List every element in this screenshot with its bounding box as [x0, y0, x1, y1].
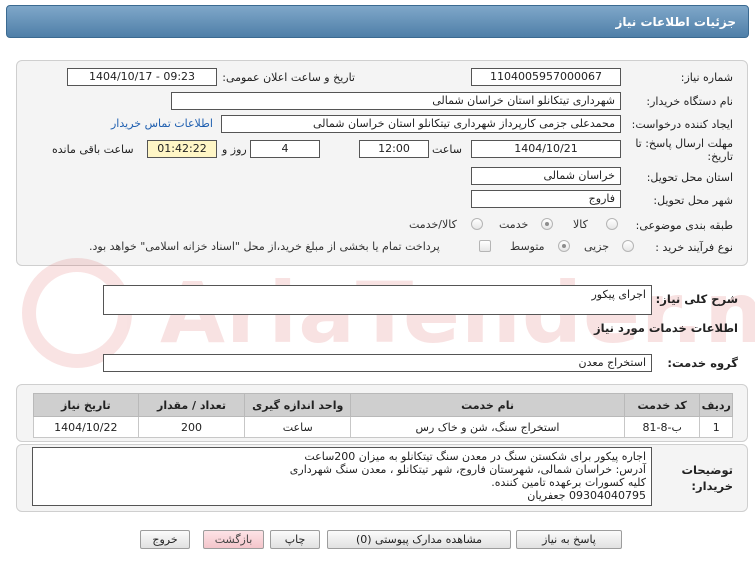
deadline-days-label: روز و	[222, 143, 247, 156]
col-code-header: کد خدمت	[623, 393, 701, 417]
province-label: استان محل تحویل:	[646, 171, 733, 184]
category-goods-service-label: کالا/خدمت	[409, 218, 457, 231]
deadline-date-field: 1404/10/21	[471, 140, 621, 158]
service-group-label: گروه خدمت:	[667, 356, 738, 370]
category-goods-service-radio[interactable]	[471, 218, 483, 230]
reply-button[interactable]: پاسخ به نیاز	[516, 530, 622, 549]
category-goods-radio[interactable]	[606, 218, 618, 230]
category-service-label: خدمت	[499, 218, 529, 231]
table-header-row: ردیف کد خدمت نام خدمت واحد اندازه گیری ت…	[33, 393, 733, 417]
page-title: جزئیات اطلاعات نیاز	[615, 15, 736, 29]
treasury-payment-checkbox[interactable]	[479, 240, 491, 252]
col-row-header: ردیف	[699, 393, 733, 417]
requester-field: محمدعلی جزمی کارپرداز شهرداری تیتکانلو ا…	[221, 115, 621, 133]
category-goods-label: کالا	[573, 218, 588, 231]
city-field: فاروج	[471, 190, 621, 208]
deadline-time-label: ساعت	[432, 143, 462, 156]
process-minor-label: جزیی	[584, 240, 610, 253]
deadline-label: مهلت ارسال پاسخ: تا	[635, 137, 733, 150]
deadline-date-label: تاریخ:	[707, 150, 733, 163]
announce-datetime-label: تاریخ و ساعت اعلان عمومی:	[222, 71, 355, 84]
buyer-notes-line-4: 09304040795 جعفریان	[527, 489, 646, 502]
service-group-field: استخراج معدن	[103, 354, 652, 372]
treasury-payment-note: پرداخت تمام یا بخشی از مبلغ خرید،از محل …	[89, 240, 440, 253]
city-label: شهر محل تحویل:	[653, 194, 733, 207]
col-unit-header: واحد اندازه گیری	[244, 393, 352, 417]
need-number-field: 1104005957000067	[471, 68, 621, 86]
buyer-notes-field[interactable]: اجاره پیکور برای شکستن سنگ در معدن سنگ ت…	[32, 447, 652, 506]
page-header: جزئیات اطلاعات نیاز	[0, 0, 755, 42]
deadline-days-field: 4	[250, 140, 320, 158]
back-button[interactable]: بازگشت	[203, 530, 264, 549]
cell-name: استخراج سنگ، شن و خاک رس	[350, 416, 625, 438]
attachments-button[interactable]: مشاهده مدارک پیوستی (0)	[327, 530, 511, 549]
remaining-time-field: 01:42:22	[147, 140, 217, 158]
remaining-time-label: ساعت باقی مانده	[52, 143, 134, 156]
table-row: 1 ب-8-81 استخراج سنگ، شن و خاک رس ساعت 2…	[33, 416, 733, 438]
buyer-notes-line-3: کلیه کسورات برعهده تامین کننده.	[491, 476, 646, 489]
cell-unit: ساعت	[244, 416, 352, 438]
services-table: ردیف کد خدمت نام خدمت واحد اندازه گیری ت…	[33, 393, 733, 438]
buyer-contact-link[interactable]: اطلاعات تماس خریدار	[111, 117, 213, 130]
col-qty-header: تعداد / مقدار	[137, 393, 246, 417]
buyer-org-label: نام دستگاه خریدار:	[646, 95, 733, 108]
process-medium-radio[interactable]	[558, 240, 570, 252]
cell-qty: 200	[137, 416, 246, 438]
need-number-label: شماره نیاز:	[680, 71, 733, 84]
deadline-time-field: 12:00	[359, 140, 429, 158]
province-field: خراسان شمالی	[471, 167, 621, 185]
cell-date: 1404/10/22	[33, 416, 139, 438]
exit-button[interactable]: خروج	[140, 530, 190, 549]
process-medium-label: متوسط	[510, 240, 545, 253]
requester-label: ایجاد کننده درخواست:	[631, 118, 733, 131]
category-label: طبقه بندی موضوعی:	[635, 219, 733, 232]
process-type-label: نوع فرآیند خرید :	[655, 241, 733, 254]
need-info-panel	[16, 60, 748, 266]
print-button[interactable]: چاپ	[270, 530, 320, 549]
col-date-header: تاریخ نیاز	[33, 393, 139, 417]
process-minor-radio[interactable]	[622, 240, 634, 252]
need-summary-label: شرح کلی نیاز:	[655, 292, 738, 306]
services-table-panel: ردیف کد خدمت نام خدمت واحد اندازه گیری ت…	[16, 384, 748, 442]
need-summary-text: اجرای پیکور	[591, 288, 646, 301]
header-bar: جزئیات اطلاعات نیاز	[6, 5, 749, 38]
col-name-header: نام خدمت	[350, 393, 625, 417]
announce-datetime-field: 1404/10/17 - 09:23	[67, 68, 217, 86]
buyer-notes-line-2: آدرس: خراسان شمالی، شهرستان فاروج، شهر ت…	[289, 463, 646, 476]
buyer-notes-line-1: اجاره پیکور برای شکستن سنگ در معدن سنگ ت…	[304, 450, 646, 463]
buyer-org-field: شهرداری تیتکانلو استان خراسان شمالی	[171, 92, 621, 110]
cell-code: ب-8-81	[623, 416, 701, 438]
need-summary-field[interactable]: اجرای پیکور	[103, 285, 652, 315]
services-section-title: اطلاعات خدمات مورد نیاز	[594, 321, 738, 335]
category-service-radio[interactable]	[541, 218, 553, 230]
buyer-notes-label: توضیحات خریدار:	[681, 463, 734, 493]
cell-row: 1	[699, 416, 733, 438]
